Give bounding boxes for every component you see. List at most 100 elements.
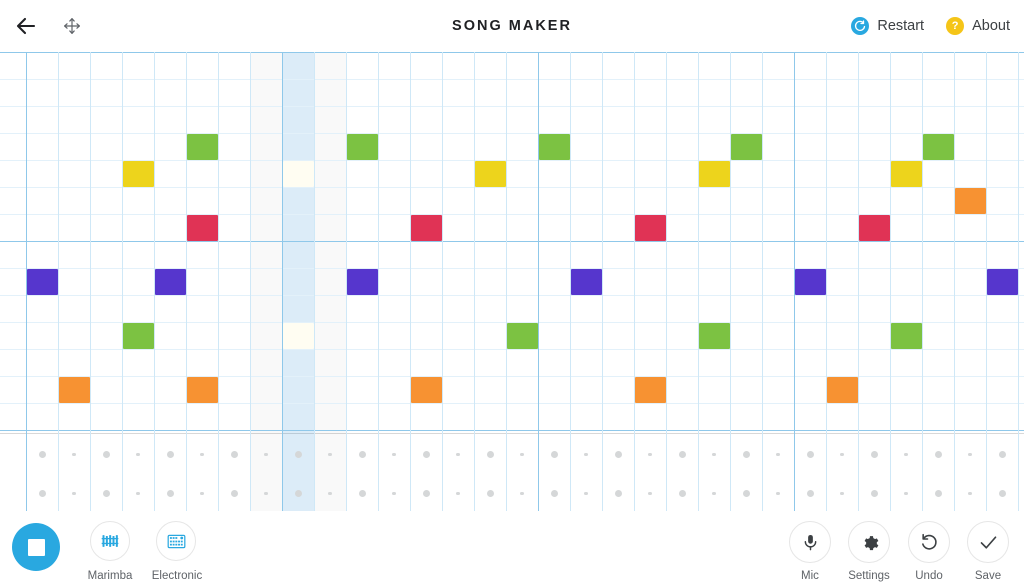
- grid-note[interactable]: [699, 161, 730, 187]
- grid-note[interactable]: [59, 377, 90, 403]
- percussion-cell-dot[interactable]: [392, 491, 396, 496]
- percussion-cell-dot[interactable]: [264, 452, 268, 457]
- percussion-cell-dot[interactable]: [72, 452, 76, 457]
- percussion-cell-dot[interactable]: [776, 491, 780, 496]
- percussion-cell-dot[interactable]: [614, 451, 622, 458]
- play-stop-button[interactable]: [12, 523, 60, 571]
- percussion-cell-dot[interactable]: [486, 490, 494, 497]
- percussion-cell-dot[interactable]: [358, 451, 366, 458]
- grid-note[interactable]: [923, 134, 954, 160]
- grid-note[interactable]: [27, 269, 58, 295]
- percussion-cell-dot[interactable]: [584, 491, 588, 496]
- settings-button[interactable]: [848, 521, 890, 563]
- grid-note[interactable]: [955, 188, 986, 214]
- grid-note[interactable]: [411, 215, 442, 241]
- about-button[interactable]: ? About: [946, 17, 1010, 35]
- percussion-cell-dot[interactable]: [38, 490, 46, 497]
- percussion-cell-dot[interactable]: [486, 451, 494, 458]
- grid-note[interactable]: [699, 323, 730, 349]
- grid-note[interactable]: [475, 161, 506, 187]
- grid-note[interactable]: [187, 215, 218, 241]
- percussion-cell-dot[interactable]: [200, 452, 204, 457]
- percussion-cell-dot[interactable]: [968, 491, 972, 496]
- percussion-cell-dot[interactable]: [614, 490, 622, 497]
- percussion-cell-dot[interactable]: [840, 452, 844, 457]
- percussion-cell-dot[interactable]: [934, 490, 942, 497]
- percussion-cell-dot[interactable]: [358, 490, 366, 497]
- percussion-grid[interactable]: [0, 433, 1024, 511]
- percussion-cell-dot[interactable]: [72, 491, 76, 496]
- mic-button[interactable]: [789, 521, 831, 563]
- grid-note[interactable]: [187, 377, 218, 403]
- grid-note[interactable]: [187, 134, 218, 160]
- grid-note[interactable]: [987, 269, 1018, 295]
- percussion-cell-dot[interactable]: [136, 452, 140, 457]
- restart-button[interactable]: Restart: [851, 17, 924, 35]
- grid-note[interactable]: [891, 323, 922, 349]
- percussion-cell-dot[interactable]: [166, 451, 174, 458]
- percussion-cell-dot[interactable]: [136, 491, 140, 496]
- grid-note[interactable]: [539, 134, 570, 160]
- grid-note[interactable]: [859, 215, 890, 241]
- percussion-cell-dot[interactable]: [520, 491, 524, 496]
- instrument-button-marimba[interactable]: [90, 521, 130, 561]
- percussion-cell-dot[interactable]: [230, 451, 238, 458]
- grid-note[interactable]: [283, 161, 314, 187]
- percussion-cell-dot[interactable]: [998, 451, 1006, 458]
- grid-note[interactable]: [891, 161, 922, 187]
- percussion-cell-dot[interactable]: [294, 490, 302, 497]
- percussion-cell-dot[interactable]: [904, 452, 908, 457]
- percussion-cell-dot[interactable]: [776, 452, 780, 457]
- percussion-cell-dot[interactable]: [648, 452, 652, 457]
- percussion-cell-dot[interactable]: [328, 452, 332, 457]
- percussion-cell-dot[interactable]: [870, 451, 878, 458]
- percussion-cell-dot[interactable]: [806, 490, 814, 497]
- grid-note[interactable]: [347, 269, 378, 295]
- percussion-cell-dot[interactable]: [742, 490, 750, 497]
- percussion-cell-dot[interactable]: [520, 452, 524, 457]
- instrument-button-electronic[interactable]: [156, 521, 196, 561]
- percussion-cell-dot[interactable]: [328, 491, 332, 496]
- percussion-cell-dot[interactable]: [102, 451, 110, 458]
- percussion-cell-dot[interactable]: [934, 451, 942, 458]
- percussion-cell-dot[interactable]: [200, 491, 204, 496]
- grid-note[interactable]: [795, 269, 826, 295]
- percussion-cell-dot[interactable]: [264, 491, 268, 496]
- percussion-cell-dot[interactable]: [38, 451, 46, 458]
- undo-button[interactable]: [908, 521, 950, 563]
- percussion-cell-dot[interactable]: [648, 491, 652, 496]
- percussion-cell-dot[interactable]: [422, 490, 430, 497]
- grid-note[interactable]: [635, 215, 666, 241]
- percussion-cell-dot[interactable]: [102, 490, 110, 497]
- melody-grid[interactable]: [0, 52, 1024, 433]
- percussion-cell-dot[interactable]: [550, 451, 558, 458]
- grid-note[interactable]: [571, 269, 602, 295]
- percussion-cell-dot[interactable]: [870, 490, 878, 497]
- percussion-cell-dot[interactable]: [742, 451, 750, 458]
- percussion-cell-dot[interactable]: [550, 490, 558, 497]
- percussion-cell-dot[interactable]: [806, 451, 814, 458]
- percussion-cell-dot[interactable]: [678, 490, 686, 497]
- sequencer-grid-area[interactable]: [0, 52, 1024, 511]
- grid-note[interactable]: [411, 377, 442, 403]
- grid-note[interactable]: [283, 323, 314, 349]
- percussion-cell-dot[interactable]: [584, 452, 588, 457]
- save-button[interactable]: [967, 521, 1009, 563]
- percussion-cell-dot[interactable]: [904, 491, 908, 496]
- grid-note[interactable]: [155, 269, 186, 295]
- percussion-cell-dot[interactable]: [712, 491, 716, 496]
- grid-note[interactable]: [731, 134, 762, 160]
- percussion-cell-dot[interactable]: [230, 490, 238, 497]
- grid-note[interactable]: [827, 377, 858, 403]
- percussion-cell-dot[interactable]: [392, 452, 396, 457]
- grid-note[interactable]: [635, 377, 666, 403]
- percussion-cell-dot[interactable]: [840, 491, 844, 496]
- grid-note[interactable]: [123, 161, 154, 187]
- percussion-cell-dot[interactable]: [294, 451, 302, 458]
- percussion-cell-dot[interactable]: [456, 491, 460, 496]
- percussion-cell-dot[interactable]: [712, 452, 716, 457]
- percussion-cell-dot[interactable]: [422, 451, 430, 458]
- grid-note[interactable]: [347, 134, 378, 160]
- percussion-cell-dot[interactable]: [968, 452, 972, 457]
- percussion-cell-dot[interactable]: [678, 451, 686, 458]
